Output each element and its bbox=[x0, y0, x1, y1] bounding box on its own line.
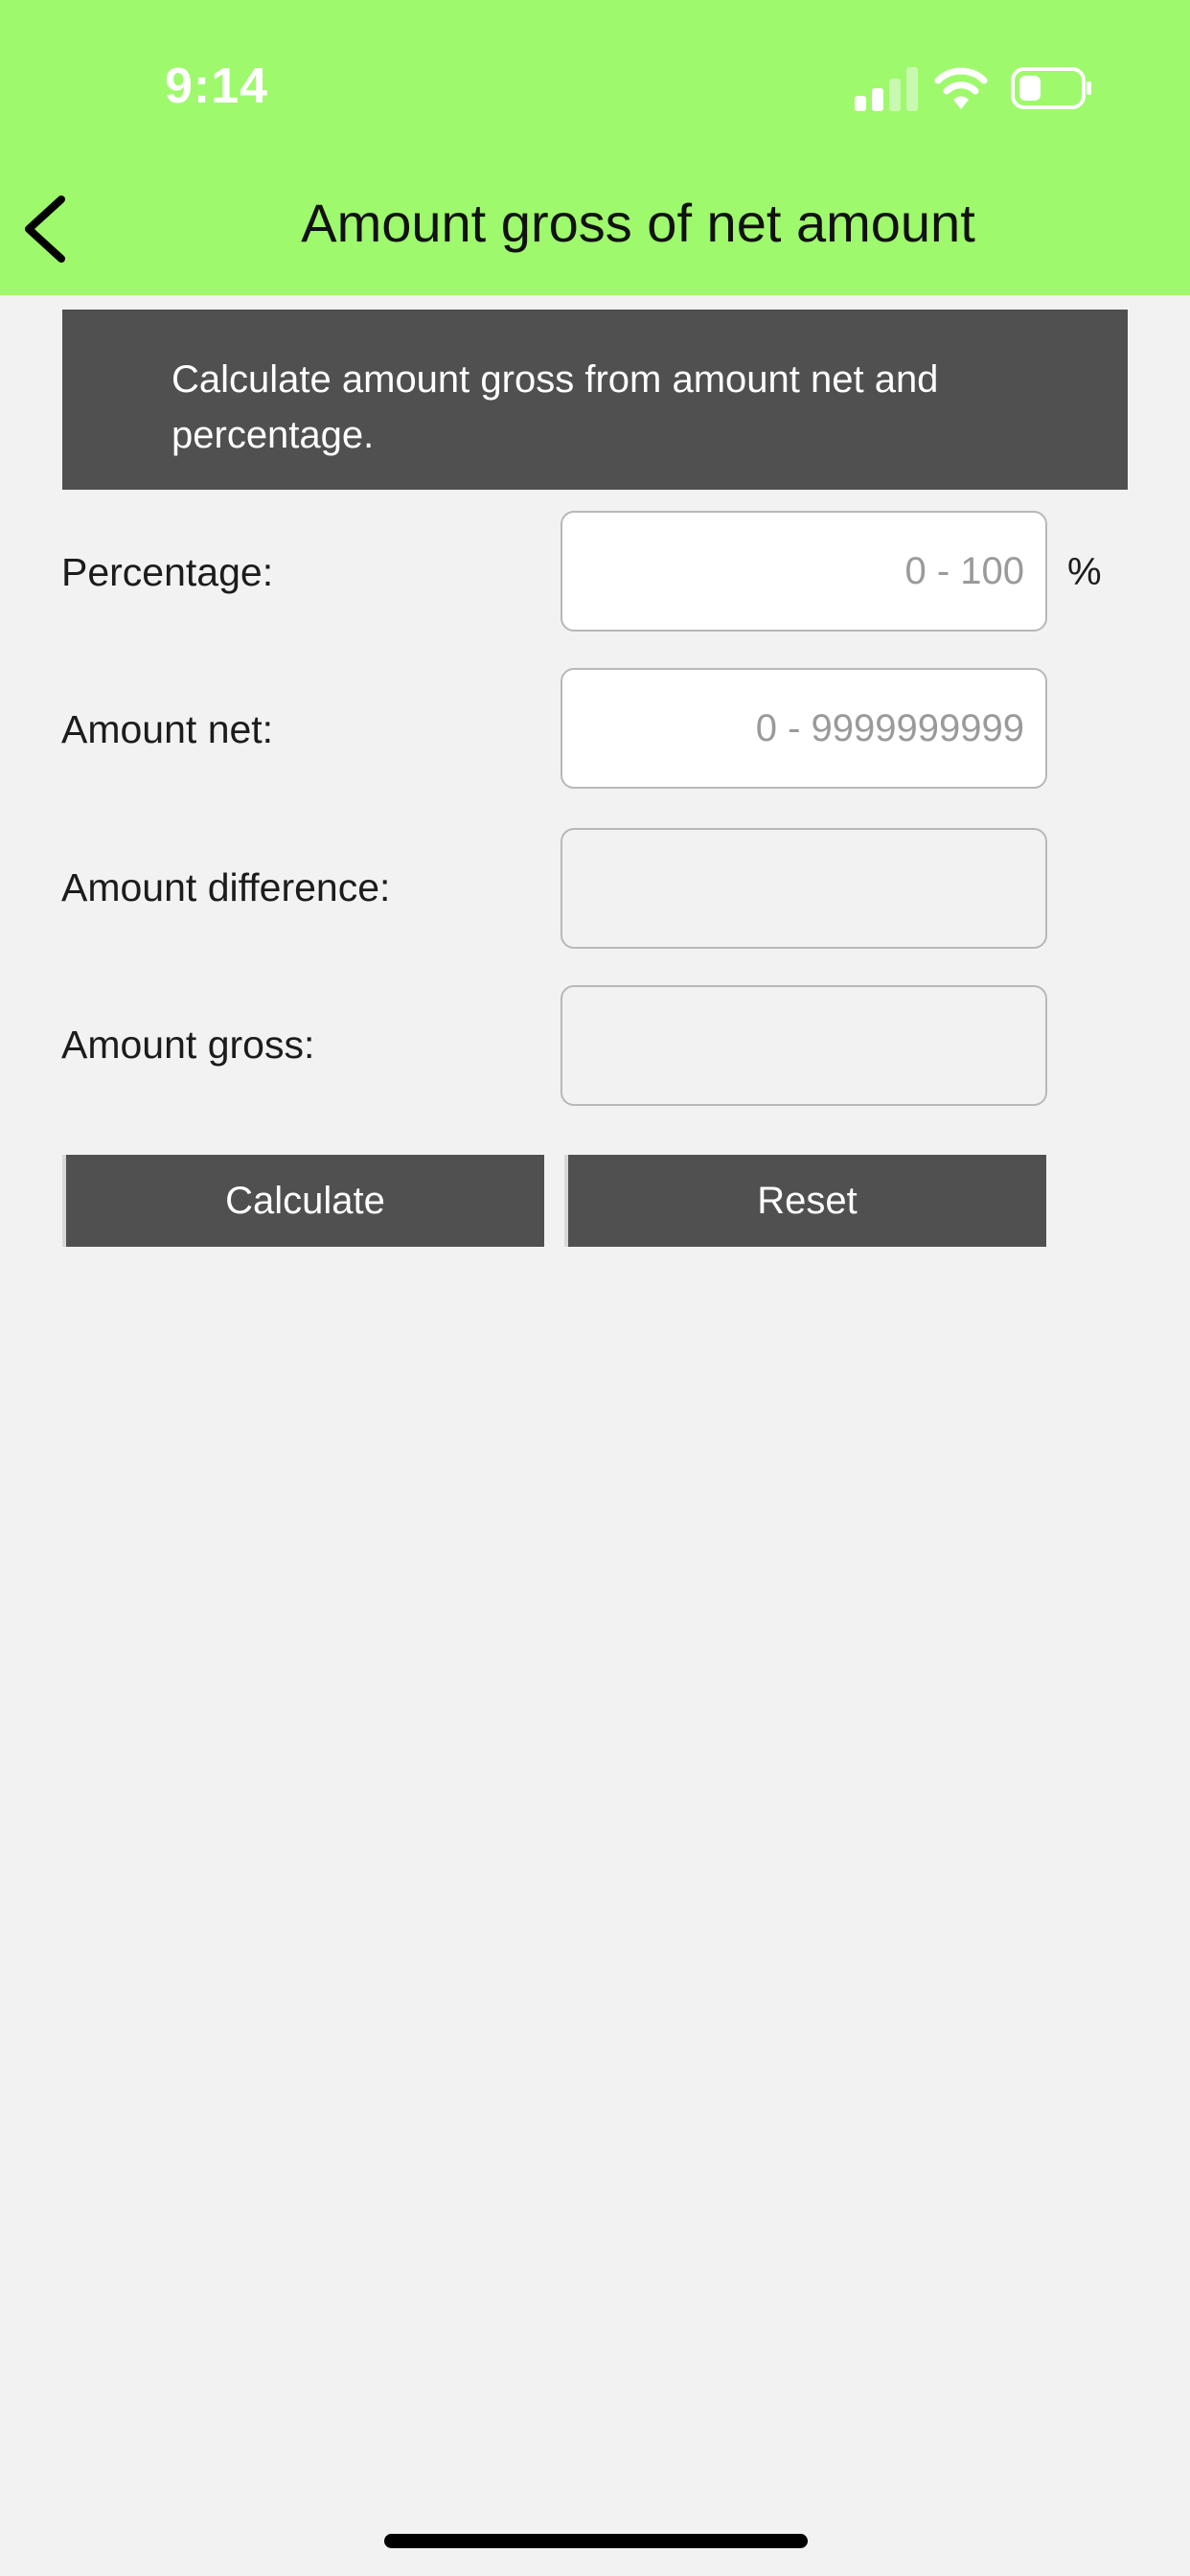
home-indicator[interactable] bbox=[384, 2534, 808, 2548]
amount-gross-label: Amount gross: bbox=[61, 1023, 315, 1067]
amount-difference-field bbox=[561, 828, 1047, 949]
info-panel: Calculate amount gross from amount net a… bbox=[62, 310, 1128, 490]
battery-icon bbox=[1011, 67, 1091, 109]
app-header: 9:14 Amount gross of net amount bbox=[0, 0, 1190, 295]
reset-button[interactable]: Reset bbox=[564, 1155, 1046, 1247]
percentage-input[interactable] bbox=[561, 511, 1047, 632]
wifi-icon bbox=[934, 67, 988, 109]
amount-gross-field bbox=[561, 985, 1047, 1106]
page-title: Amount gross of net amount bbox=[301, 193, 975, 253]
amount-net-input[interactable] bbox=[561, 668, 1047, 789]
percentage-label: Percentage: bbox=[61, 550, 274, 594]
info-text: Calculate amount gross from amount net a… bbox=[172, 358, 939, 456]
percentage-unit: % bbox=[1067, 551, 1102, 593]
amount-difference-label: Amount difference: bbox=[61, 865, 391, 909]
amount-net-label: Amount net: bbox=[61, 707, 274, 751]
status-time: 9:14 bbox=[165, 58, 269, 114]
calculate-button[interactable]: Calculate bbox=[62, 1155, 544, 1247]
cellular-signal-icon bbox=[855, 67, 918, 111]
